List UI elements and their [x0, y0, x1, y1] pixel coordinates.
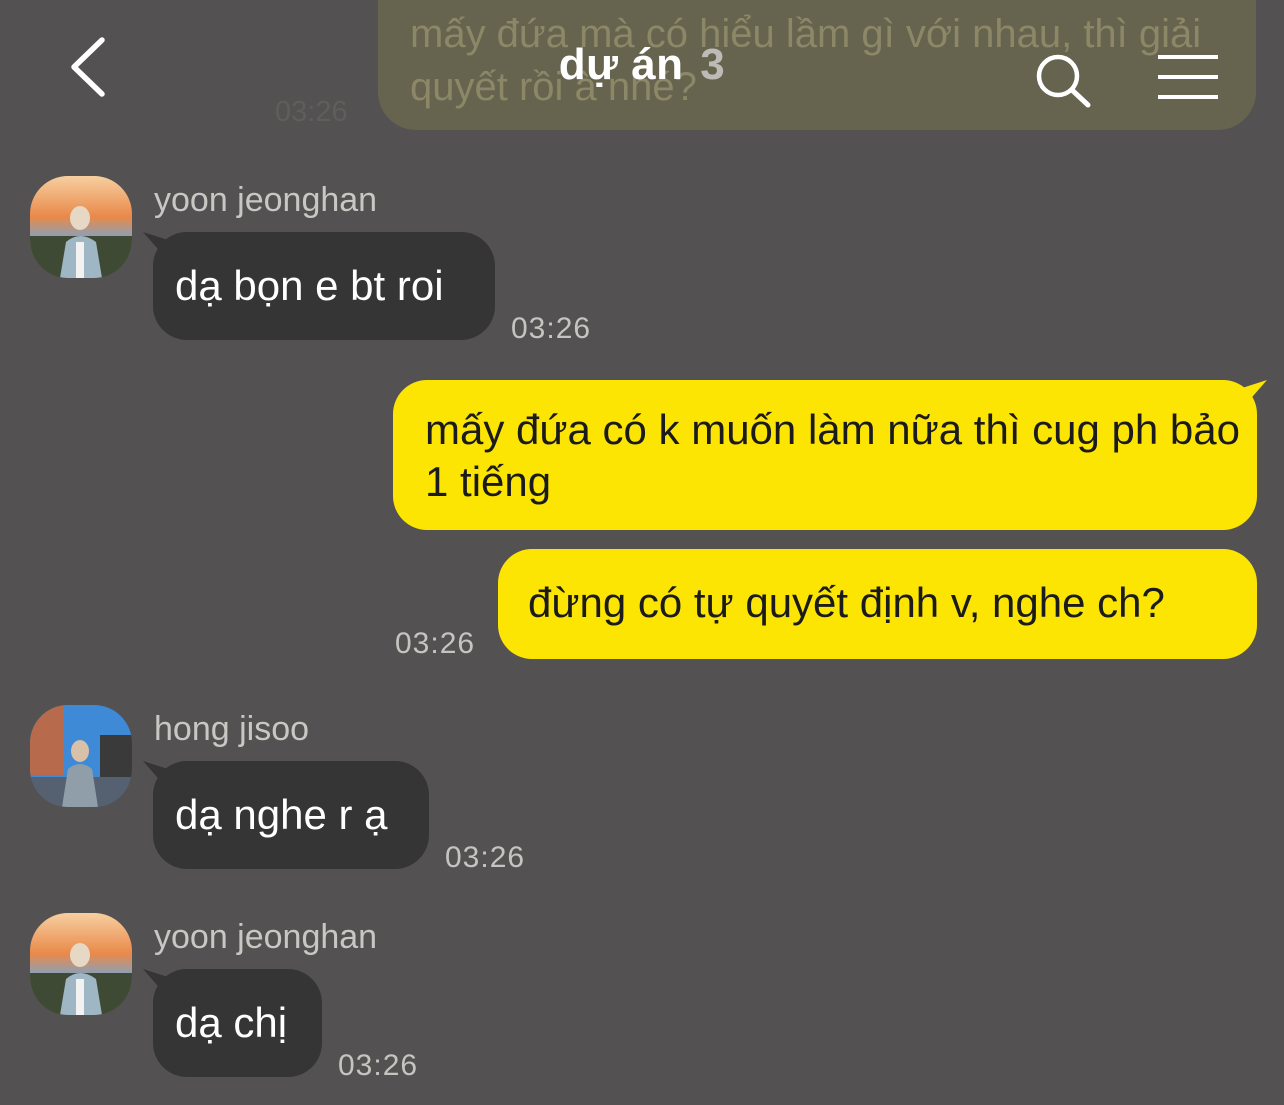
incoming-message-bubble[interactable]: dạ bọn e bt roi	[153, 232, 495, 340]
message-text: dạ bọn e bt roi	[175, 262, 444, 309]
avatar-yoon-jeonghan[interactable]	[30, 176, 132, 278]
message-time: 03:26	[395, 627, 476, 660]
incoming-message-bubble[interactable]: dạ chị	[153, 969, 322, 1077]
outgoing-message-bubble[interactable]: mấy đứa có k muốn làm nữa thì cug ph bảo…	[393, 380, 1257, 530]
avatar-hong-jisoo[interactable]	[30, 705, 132, 807]
message-time: 03:26	[511, 312, 592, 345]
message-text: mấy đứa có k muốn làm nữa thì cug ph bảo…	[425, 406, 1241, 505]
message-time: 03:26	[338, 1049, 419, 1082]
chat-name: dự án	[558, 40, 684, 89]
avatar-yoon-jeonghan[interactable]	[30, 913, 132, 1015]
message-text: dạ chị	[175, 999, 288, 1046]
outgoing-message-bubble[interactable]: đừng có tự quyết định v, nghe ch?	[498, 549, 1257, 659]
message-text: đừng có tự quyết định v, nghe ch?	[528, 579, 1165, 626]
sender-name: yoon jeonghan	[154, 918, 378, 956]
search-icon[interactable]	[1032, 52, 1094, 108]
message-text: dạ nghe r ạ	[175, 791, 388, 838]
message-time: 03:26	[275, 96, 348, 128]
sender-name: yoon jeonghan	[154, 181, 378, 219]
member-count: 3	[700, 40, 726, 89]
sender-name: hong jisoo	[154, 710, 310, 748]
message-time: 03:26	[445, 841, 526, 874]
incoming-message-bubble[interactable]: dạ nghe r ạ	[153, 761, 429, 869]
hamburger-menu-icon[interactable]	[1156, 54, 1220, 100]
